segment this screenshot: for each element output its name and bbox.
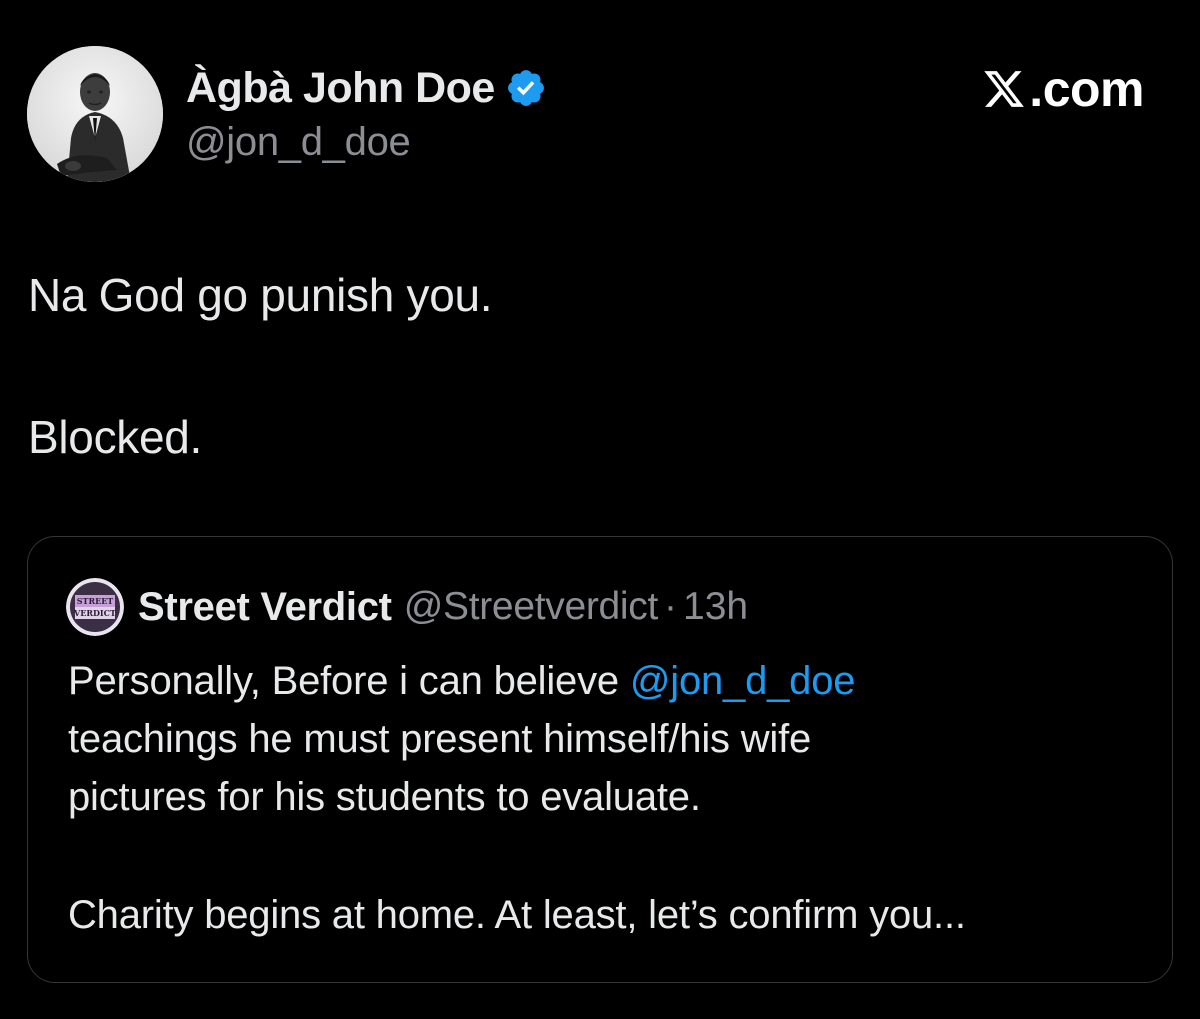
brand-watermark: .com — [981, 60, 1144, 118]
quoted-avatar-text-bottom: VERDICT — [73, 608, 116, 618]
author-name-row: Àgbà John Doe — [186, 60, 547, 116]
quoted-text-line-3: pictures for his students to evaluate. — [68, 775, 701, 819]
quoted-text-line-1: Personally, Before i can believe @jon_d_… — [68, 659, 856, 704]
quoted-post-header: STREET VERDICT Street Verdict @Streetver… — [66, 577, 748, 637]
post-text-line-1: Na God go punish you. — [28, 269, 493, 321]
mention-link[interactable]: @jon_d_doe — [630, 659, 856, 703]
x-logo-icon — [984, 71, 1025, 107]
street-verdict-logo: STREET VERDICT — [66, 578, 124, 636]
post-text-line-2: Blocked. — [28, 411, 203, 463]
author-avatar[interactable] — [27, 46, 163, 182]
quoted-author-avatar[interactable]: STREET VERDICT — [66, 578, 124, 636]
quoted-text-line-1-prefix: Personally, Before i can believe — [68, 659, 630, 703]
author-display-name[interactable]: Àgbà John Doe — [186, 64, 495, 113]
verified-badge-icon — [507, 70, 544, 106]
quoted-text-line-4: Charity begins at home. At least, let’s … — [68, 893, 966, 937]
quoted-author-handle[interactable]: @Streetverdict — [404, 585, 659, 629]
author-handle[interactable]: @jon_d_doe — [186, 120, 411, 165]
person-portrait-avatar — [27, 46, 163, 182]
quoted-post-timestamp[interactable]: 13h — [683, 585, 748, 629]
brand-text: .com — [1029, 61, 1144, 117]
quoted-text-line-2: teachings he must present himself/his wi… — [68, 717, 812, 761]
header-separator: · — [664, 585, 678, 628]
quoted-post-card[interactable]: STREET VERDICT Street Verdict @Streetver… — [27, 536, 1173, 983]
quoted-author-display-name[interactable]: Street Verdict — [138, 585, 392, 630]
quoted-avatar-text-top: STREET — [77, 596, 114, 606]
